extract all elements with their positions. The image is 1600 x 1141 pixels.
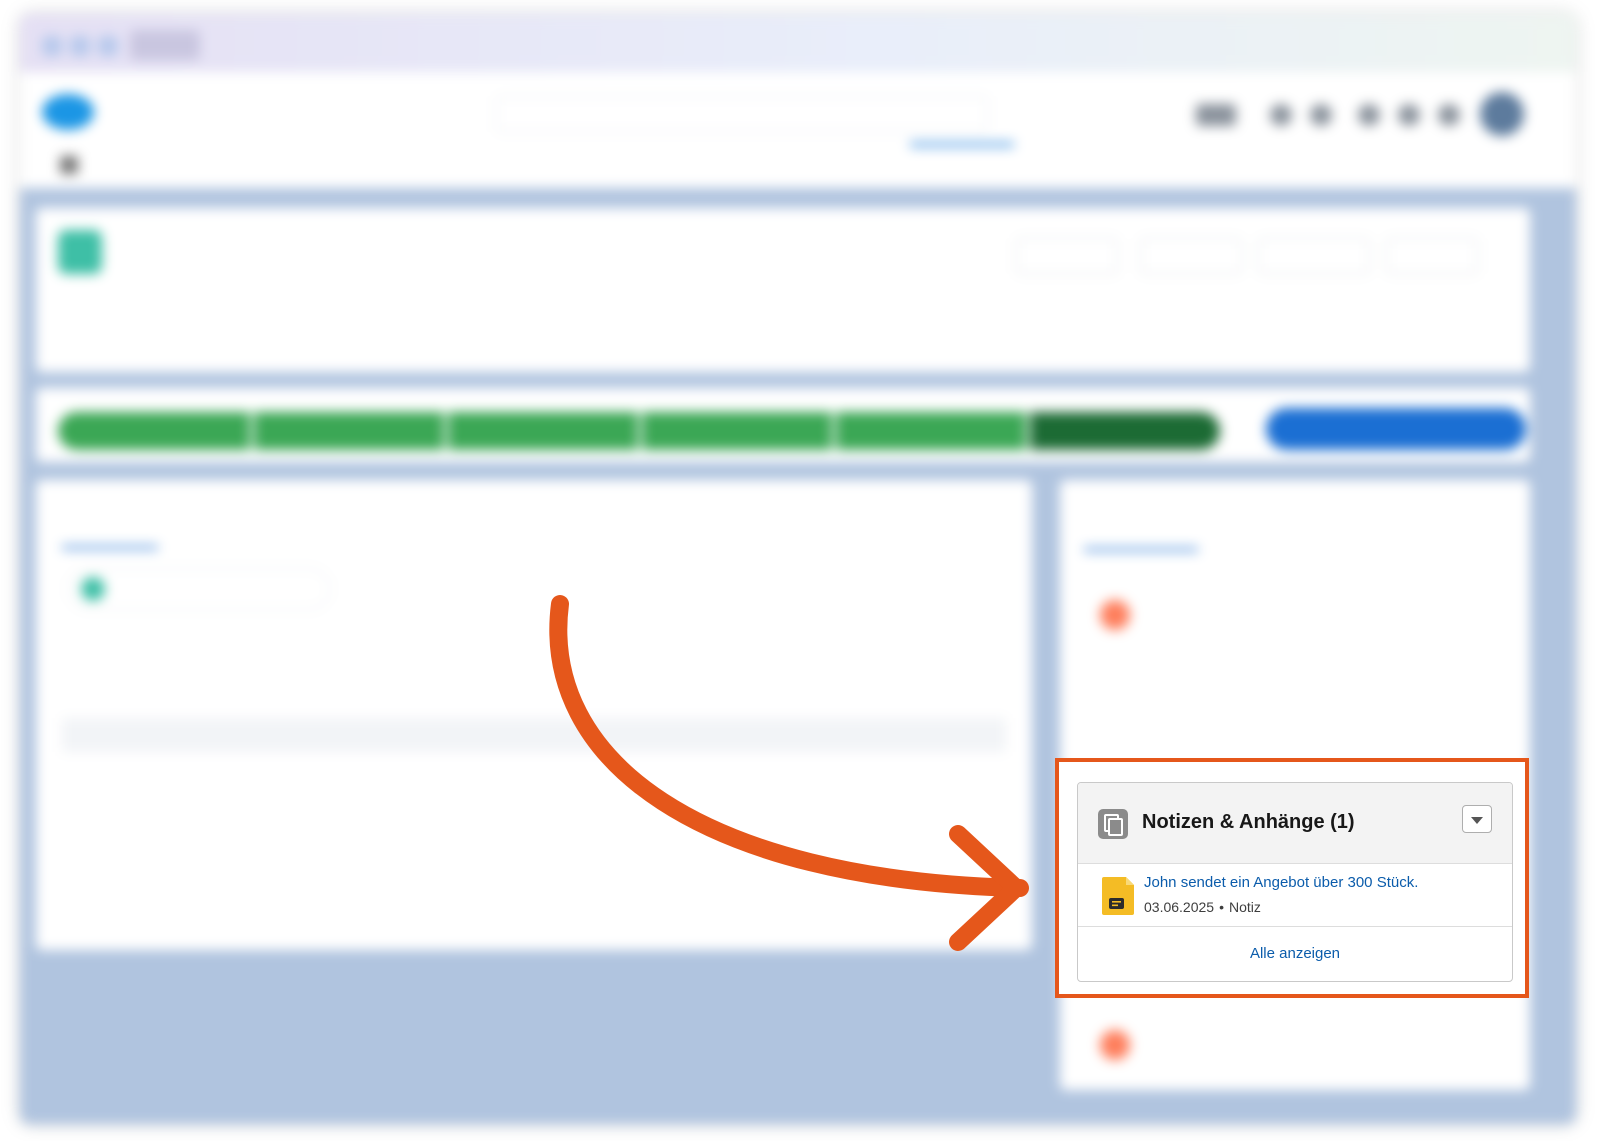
browser-dot — [70, 36, 90, 56]
note-meta: 03.06.2025 • Notiz — [1144, 899, 1261, 915]
section-bar[interactable] — [62, 718, 1006, 752]
follow-button[interactable] — [1016, 238, 1118, 274]
chevron-down-icon — [1471, 817, 1483, 824]
app-header — [20, 72, 1576, 142]
app-launcher-icon[interactable] — [60, 156, 78, 174]
help-icon[interactable] — [1310, 104, 1332, 126]
bell-icon[interactable] — [1398, 104, 1420, 126]
note-icon — [1102, 877, 1134, 915]
card-header: Notizen & Anhänge (1) — [1078, 783, 1512, 864]
notes-attachments-card: Notizen & Anhänge (1) John sendet ein An… — [1077, 782, 1513, 982]
global-search[interactable] — [496, 96, 988, 132]
tab-underline — [62, 546, 158, 549]
meta-separator: • — [1219, 899, 1224, 915]
activity-button[interactable] — [68, 568, 330, 610]
browser-dot — [42, 36, 62, 56]
new-case-button[interactable] — [1258, 238, 1370, 274]
nav-active-indicator — [910, 142, 1014, 193]
insight-icon — [1100, 600, 1130, 630]
action-button[interactable] — [1386, 238, 1478, 274]
activity-icon — [81, 577, 105, 601]
path-stage-current[interactable] — [1030, 412, 1220, 450]
engagement-icon — [1100, 1030, 1130, 1060]
browser-tab[interactable] — [130, 30, 200, 60]
note-type: Notiz — [1228, 899, 1261, 915]
note-date: 03.06.2025 — [1144, 899, 1215, 915]
setup-icon[interactable] — [1358, 104, 1380, 126]
path-stage[interactable] — [836, 412, 1026, 450]
record-header — [36, 208, 1530, 372]
notification-icon[interactable] — [1438, 104, 1460, 126]
edit-button[interactable] — [1140, 238, 1242, 274]
notes-attachments-icon — [1098, 809, 1128, 839]
card-actions-dropdown[interactable] — [1462, 805, 1492, 833]
opportunity-icon — [58, 230, 102, 274]
browser-dot — [98, 36, 118, 56]
cloud-logo-icon[interactable] — [42, 94, 94, 130]
card-title[interactable]: Notizen & Anhänge (1) — [1142, 811, 1355, 834]
tab-underline — [1084, 548, 1198, 551]
path-stage[interactable] — [254, 412, 444, 450]
grid-icon[interactable] — [1270, 104, 1292, 126]
highlight-box: Notizen & Anhänge (1) John sendet ein An… — [1055, 758, 1529, 998]
favorites-icon[interactable] — [1196, 104, 1236, 126]
navigation-bar — [20, 142, 1576, 190]
note-item: John sendet ein Angebot über 300 Stück. … — [1078, 864, 1512, 927]
note-title-link[interactable]: John sendet ein Angebot über 300 Stück. — [1144, 874, 1418, 891]
path-stage[interactable] — [58, 412, 250, 450]
path-stage[interactable] — [642, 412, 832, 450]
activity-panel — [36, 480, 1032, 950]
user-avatar[interactable] — [1480, 92, 1524, 136]
path-stage[interactable] — [448, 412, 638, 450]
sales-path — [36, 388, 1530, 462]
browser-bar — [20, 14, 1576, 72]
view-all-link[interactable]: Alle anzeigen — [1078, 945, 1512, 962]
mark-stage-button[interactable] — [1266, 408, 1526, 450]
